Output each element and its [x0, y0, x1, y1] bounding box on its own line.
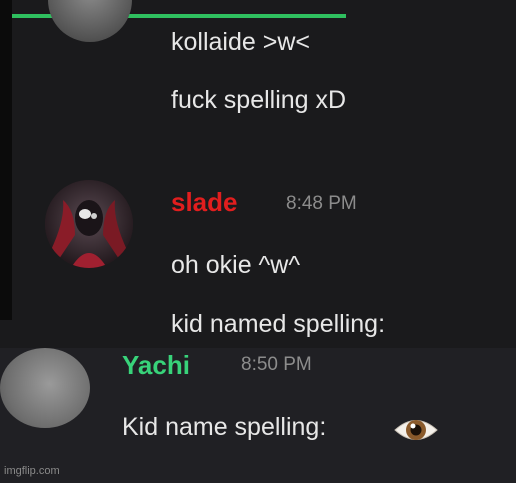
- username-slade[interactable]: slade: [171, 187, 238, 218]
- slade-avatar-art: [45, 180, 133, 268]
- message-line-spelling: fuck spelling xD: [171, 86, 347, 114]
- avatar-slade[interactable]: [45, 180, 133, 268]
- message-line-kid-name: Kid name spelling:: [122, 413, 327, 441]
- message-line-kollaide: kollaide >w<: [171, 28, 310, 56]
- eye-emoji-icon: [394, 420, 438, 440]
- watermark: imgflip.com: [4, 465, 60, 477]
- left-dark-strip: [0, 0, 12, 320]
- avatar-yachi[interactable]: [0, 348, 90, 428]
- username-yachi[interactable]: Yachi: [122, 350, 190, 381]
- timestamp-yachi: 8:50 PM: [241, 354, 312, 375]
- message-line-kid-named: kid named spelling:: [171, 310, 386, 338]
- timestamp-slade: 8:48 PM: [286, 193, 357, 214]
- message-line-okie: oh okie ^w^: [171, 251, 301, 279]
